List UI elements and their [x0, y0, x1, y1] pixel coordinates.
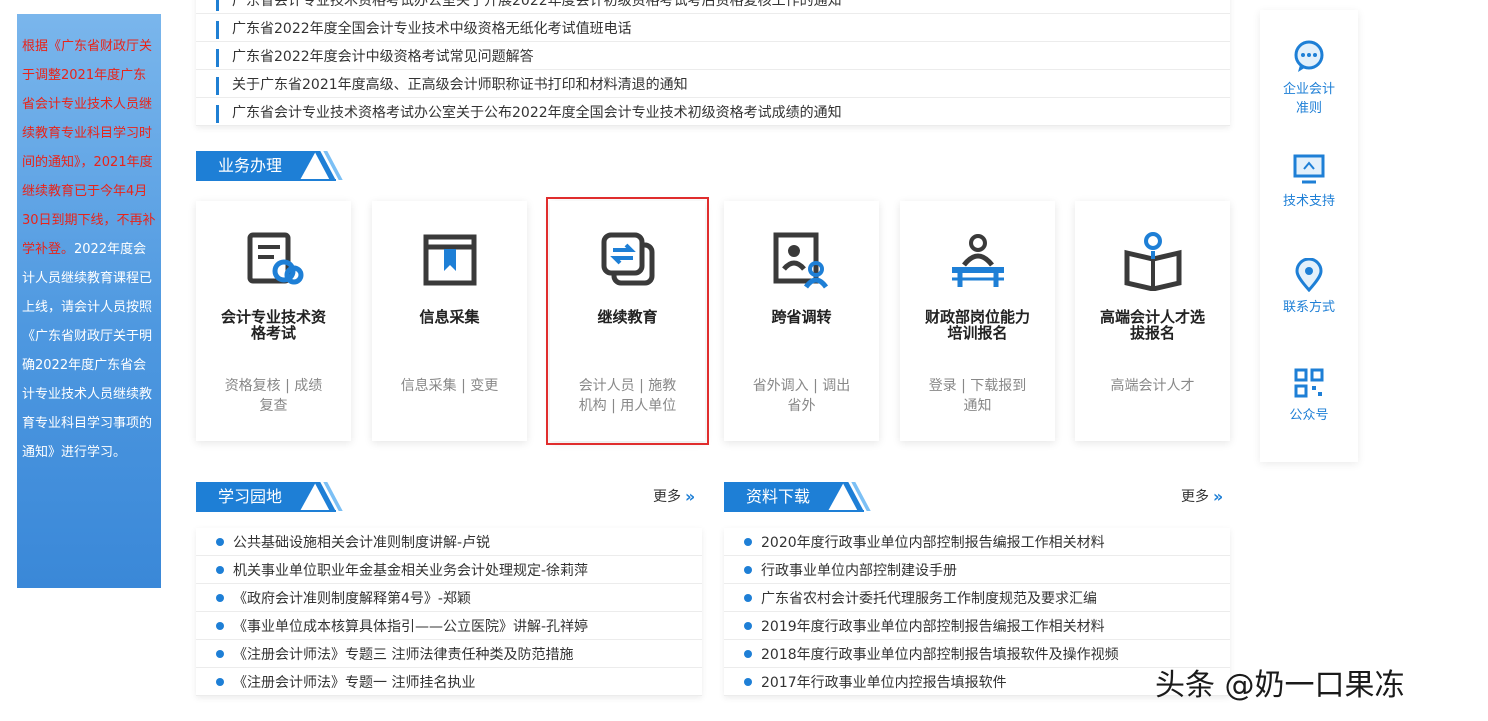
certificate-icon [247, 232, 303, 285]
transfer-person-icon [773, 232, 828, 289]
business-section-title: 业务办理 [196, 151, 343, 180]
card-senior-accountant[interactable]: 高端会计人才选拔报名 高端会计人才 [1075, 201, 1230, 441]
notice-white-text: 2022年度会计人员继续教育课程已上线，请会计人员按照《广东省财政厅关于明确20… [22, 242, 153, 460]
double-chevron-icon: ›› [685, 486, 695, 506]
list-item[interactable]: 《注册会计师法》专题三 注师法律责任种类及防范措施 [196, 640, 702, 668]
sidebar-item-contact[interactable]: 联系方式 [1260, 258, 1358, 317]
book-person-icon [1124, 232, 1181, 292]
study-section-title: 学习园地 [196, 482, 343, 511]
chat-bubble-icon [1294, 40, 1324, 72]
sidebar-item-wechat[interactable]: 公众号 [1260, 366, 1358, 425]
card-accounting-exam[interactable]: 会计专业技术资格考试 资格复核 | 成绩复查 [196, 201, 351, 441]
location-pin-icon [1295, 258, 1323, 292]
news-list: 广东省会计专业技术资格考试办公室关于开展2022年度会计初级资格考试考后资格复核… [196, 0, 1230, 126]
list-item[interactable]: 2019年度行政事业单位内部控制报告编报工作相关材料 [724, 612, 1230, 640]
list-item[interactable]: 《政府会计准则制度解释第4号》-郑颖 [196, 584, 702, 612]
card-continuing-education[interactable]: 继续教育 会计人员 | 施教机构 | 用人单位 [546, 197, 709, 445]
monitor-icon [1293, 154, 1325, 184]
news-item[interactable]: 关于广东省2021年度高级、正高级会计师职称证书打印和材料清退的通知 [196, 70, 1230, 98]
exchange-icon [601, 232, 654, 286]
notice-panel: 根据《广东省财政厅关于调整2021年度广东省会计专业技术人员继续教育专业科目学习… [17, 14, 161, 588]
list-item[interactable]: 机关事业单位职业年金基金相关业务会计处理规定-徐莉萍 [196, 556, 702, 584]
notice-red-text: 根据《广东省财政厅关于调整2021年度广东省会计专业技术人员继续教育专业科目学习… [22, 39, 156, 257]
card-info-collection[interactable]: 信息采集 信息采集 | 变更 [372, 201, 527, 441]
news-item[interactable]: 广东省2022年度会计中级资格考试常见问题解答 [196, 42, 1230, 70]
download-more-link[interactable]: 更多 ›› [1181, 486, 1223, 506]
study-more-link[interactable]: 更多 ›› [653, 486, 695, 506]
list-item[interactable]: 行政事业单位内部控制建设手册 [724, 556, 1230, 584]
watermark: 头条 @奶一口果冻 [1155, 668, 1405, 703]
card-ministry-training[interactable]: 财政部岗位能力培训报名 登录 | 下载报到通知 [900, 201, 1055, 441]
right-sidebar: 企业会计准则 技术支持 联系方式 公众号 [1260, 10, 1358, 462]
study-list: 公共基础设施相关会计准则制度讲解-卢锐 机关事业单位职业年金基金相关业务会计处理… [196, 528, 702, 696]
list-item[interactable]: 2020年度行政事业单位内部控制报告编报工作相关材料 [724, 528, 1230, 556]
card-cross-province[interactable]: 跨省调转 省外调入 | 调出省外 [724, 201, 879, 441]
training-icon [951, 234, 1004, 287]
double-chevron-icon: ›› [1213, 486, 1223, 506]
list-item[interactable]: 《注册会计师法》专题一 注师挂名执业 [196, 668, 702, 696]
download-section-title: 资料下载 [724, 482, 871, 511]
news-item[interactable]: 广东省会计专业技术资格考试办公室关于开展2022年度会计初级资格考试考后资格复核… [196, 0, 1230, 14]
list-item[interactable]: 公共基础设施相关会计准则制度讲解-卢锐 [196, 528, 702, 556]
news-item[interactable]: 广东省2022年度全国会计专业技术中级资格无纸化考试值班电话 [196, 14, 1230, 42]
list-item[interactable]: 《事业单位成本核算具体指引——公立医院》讲解-孔祥婷 [196, 612, 702, 640]
sidebar-item-tech-support[interactable]: 技术支持 [1260, 152, 1358, 211]
sidebar-item-accounting-standards[interactable]: 企业会计准则 [1260, 40, 1358, 118]
news-item[interactable]: 广东省会计专业技术资格考试办公室关于公布2022年度全国会计专业技术初级资格考试… [196, 98, 1230, 126]
folder-collect-icon [423, 234, 476, 286]
list-item[interactable]: 广东省农村会计委托代理服务工作制度规范及要求汇编 [724, 584, 1230, 612]
qr-code-icon [1294, 368, 1324, 398]
